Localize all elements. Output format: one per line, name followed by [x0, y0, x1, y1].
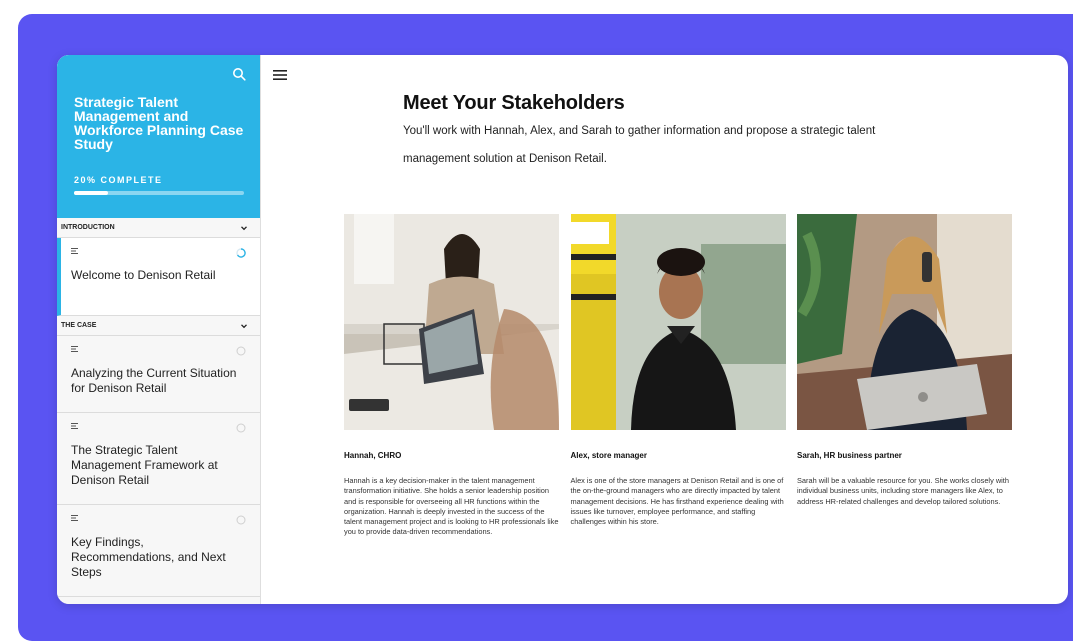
lesson-item-framework[interactable]: The Strategic Talent Management Framewor…	[57, 413, 260, 505]
progress-bar-fill	[74, 191, 108, 195]
stakeholder-description: Sarah will be a valuable resource for yo…	[797, 476, 1009, 506]
stakeholder-name: Hannah, CHRO	[344, 451, 402, 460]
lesson-text-icon	[71, 248, 78, 254]
chevron-down-icon	[241, 323, 247, 328]
lesson-text-icon	[71, 515, 78, 521]
section-label: INTRODUCTION	[61, 224, 115, 231]
lesson-item-key-findings[interactable]: Key Findings, Recommendations, and Next …	[57, 505, 260, 597]
not-started-icon	[236, 423, 246, 433]
stakeholder-description: Alex is one of the store managers at Den…	[570, 476, 784, 527]
chevron-down-icon	[241, 225, 247, 230]
hamburger-menu-icon[interactable]	[273, 70, 287, 80]
progress-label: 20% COMPLETE	[74, 175, 163, 185]
lesson-text-icon	[71, 423, 78, 429]
page-title: Meet Your Stakeholders	[403, 92, 625, 114]
section-header-the-case[interactable]: THE CASE	[57, 316, 260, 336]
stakeholder-cards: Hannah, CHRO Hannah is a key decision-ma…	[344, 214, 1012, 538]
stakeholder-name: Sarah, HR business partner	[797, 451, 902, 460]
stakeholder-name: Alex, store manager	[570, 451, 647, 460]
course-title: Strategic Talent Management and Workforc…	[74, 94, 244, 152]
lesson-text-icon	[71, 346, 78, 352]
lesson-item-welcome[interactable]: Welcome to Denison Retail	[57, 238, 260, 316]
not-started-icon	[236, 346, 246, 356]
lesson-content: Meet Your Stakeholders You'll work with …	[403, 92, 943, 173]
not-started-icon	[236, 515, 246, 525]
lesson-title: Welcome to Denison Retail	[71, 268, 216, 282]
section-header-introduction[interactable]: INTRODUCTION	[57, 218, 260, 238]
progress-bar	[74, 191, 244, 195]
sidebar-header: Strategic Talent Management and Workforc…	[57, 55, 260, 218]
course-sidebar: Strategic Talent Management and Workforc…	[57, 55, 261, 604]
section-label: THE CASE	[61, 322, 97, 329]
page-subtitle: You'll work with Hannah, Alex, and Sarah…	[403, 125, 876, 165]
course-window: Strategic Talent Management and Workforc…	[57, 55, 1068, 604]
hannah-photo	[344, 214, 559, 430]
lesson-item-analyzing[interactable]: Analyzing the Current Situation for Deni…	[57, 336, 260, 413]
lesson-title: Key Findings, Recommendations, and Next …	[71, 535, 226, 579]
lesson-title: Analyzing the Current Situation for Deni…	[71, 366, 237, 395]
stakeholder-card-sarah: Sarah, HR business partner Sarah will be…	[797, 214, 1012, 538]
stakeholder-card-alex: Alex, store manager Alex is one of the s…	[570, 214, 786, 538]
stakeholder-description: Hannah is a key decision-maker in the ta…	[344, 476, 559, 537]
sarah-photo	[797, 214, 1012, 430]
alex-photo	[570, 214, 786, 430]
lesson-title: The Strategic Talent Management Framewor…	[71, 443, 218, 487]
search-icon[interactable]	[232, 67, 246, 81]
in-progress-icon	[236, 248, 246, 258]
stakeholder-card-hannah: Hannah, CHRO Hannah is a key decision-ma…	[344, 214, 559, 538]
